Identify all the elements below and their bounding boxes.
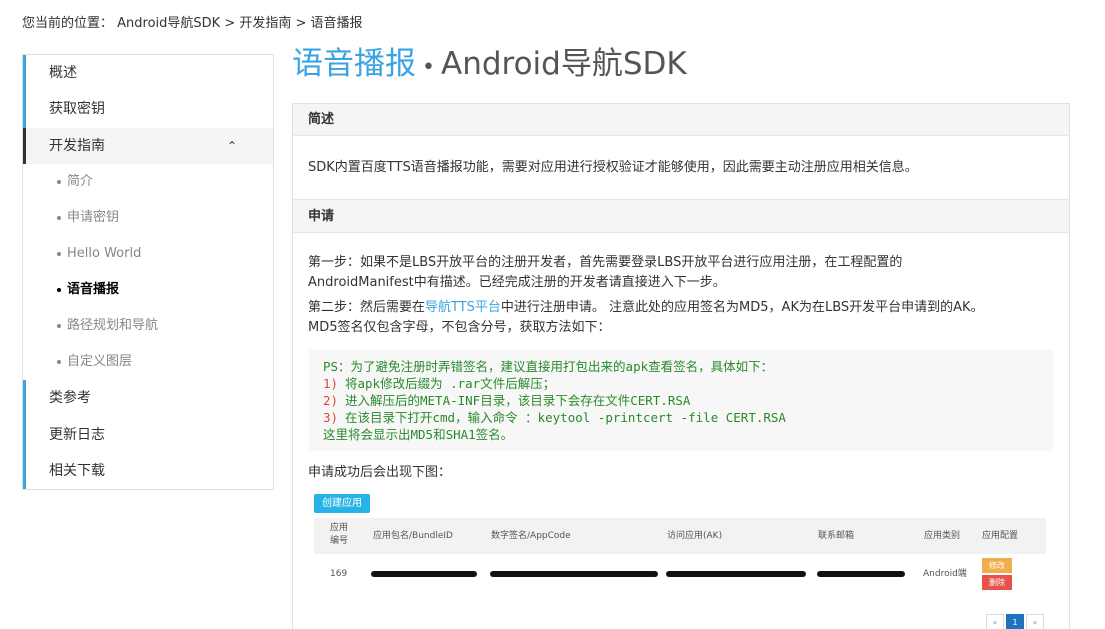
code-line-number: 3)	[323, 410, 339, 425]
create-app-button: 创建应用	[314, 494, 370, 513]
code-line: PS：为了避免注册时弄错签名，建议直接用打包出来的apk查看签名，具体如下：	[323, 359, 774, 374]
table-header-cell: 应用配置	[982, 531, 1019, 541]
sidebar-sub-label: Hello World	[67, 246, 142, 262]
code-line-text: 将apk修改后缀为 .rar文件后解压；	[345, 376, 556, 391]
table-row: 169 Android端 修改 删除	[314, 554, 1046, 594]
table-header-cell: 联系邮箱	[818, 531, 855, 541]
step1-line: 第一步：如果不是LBS开放平台的注册开发者，首先需要登录LBS开放平台进行应用注…	[308, 255, 903, 270]
pager-next: »	[1026, 614, 1044, 629]
step1-text: 第一步：如果不是LBS开放平台的注册开发者，首先需要登录LBS开放平台进行应用注…	[293, 233, 1069, 293]
bullet-icon	[57, 215, 61, 220]
app-table-screenshot: 应用编号 应用包名/BundleID 数字签名/AppCode 访问应用(AK)…	[314, 518, 1046, 594]
page-title-main: 语音播报	[292, 46, 416, 82]
section-heading-apply: 申请	[293, 199, 1069, 233]
sidebar-sub-label: 语音播报	[67, 282, 120, 298]
bullet-icon	[57, 323, 61, 328]
table-cell-id: 169	[330, 569, 348, 579]
sidebar-item-class-ref[interactable]: 类参考	[23, 380, 273, 417]
sidebar-sub-voice[interactable]: 语音播报	[23, 272, 273, 309]
code-line-text: 进入解压后的META-INF目录，该目录下会存在文件CERT.RSA	[345, 393, 691, 408]
sidebar-item-label: 开发指南	[49, 137, 105, 154]
sidebar-sub-route[interactable]: 路径规划和导航	[23, 308, 273, 345]
sidebar-sub-label: 简介	[67, 174, 94, 190]
breadcrumb: 您当前的位置： Android导航SDK > 开发指南 > 语音播报	[22, 16, 363, 31]
code-block: PS：为了避免注册时弄错签名，建议直接用打包出来的apk查看签名，具体如下： 1…	[309, 350, 1053, 451]
table-header-cell: 应用包名/BundleID	[373, 531, 453, 541]
bullet-icon	[57, 359, 61, 364]
step2-text: 第二步：然后需要在导航TTS平台中进行注册申请。 注意此处的应用签名为MD5，A…	[293, 293, 1069, 338]
pager-prev: «	[986, 614, 1004, 629]
table-header-cell: 应用编号	[330, 523, 349, 546]
overview-text: SDK内置百度TTS语音播报功能，需要对应用进行授权验证才能够使用，因此需要主动…	[308, 160, 918, 175]
sidebar-item-get-key[interactable]: 获取密钥	[23, 91, 273, 128]
sidebar-sub-intro[interactable]: 简介	[23, 164, 273, 201]
code-line: 3) 在该目录下打开cmd，输入命令 ：keytool -printcert -f…	[323, 409, 1039, 426]
page-subtitle: Android导航SDK	[440, 46, 687, 82]
code-line-number: 1)	[323, 376, 339, 391]
step2-text-pre: 第二步：然后需要在	[308, 300, 426, 315]
sidebar-sub-hello-world[interactable]: Hello World	[23, 236, 273, 273]
sidebar-nav: 概述 获取密钥 开发指南 ⌃ 简介 申请密钥 Hello World 语音播报 …	[22, 54, 274, 491]
redacted-bundle-id	[371, 571, 477, 577]
code-line: 这里将会显示出MD5和SHA1签名。	[323, 427, 514, 442]
code-line-text: 在该目录下打开cmd，输入命令 ：keytool -printcert -fil…	[345, 410, 786, 425]
section-heading-overview: 简述	[293, 104, 1069, 136]
bullet-icon	[57, 287, 61, 292]
redacted-email	[817, 571, 905, 577]
content-panel: 简述 SDK内置百度TTS语音播报功能，需要对应用进行授权验证才能够使用，因此需…	[292, 103, 1070, 629]
step2-line: MD5签名仅包含字母，不包含分号，获取方法如下：	[308, 320, 611, 335]
sidebar-item-overview[interactable]: 概述	[23, 55, 273, 92]
after-text: 申请成功后会出现下图：	[308, 465, 452, 480]
tts-platform-link[interactable]: 导航TTS平台	[425, 300, 501, 315]
code-line-number: 2)	[323, 393, 339, 408]
sidebar-sub-apply-key[interactable]: 申请密钥	[23, 200, 273, 237]
page-title: 语音播报 • Android导航SDK	[292, 44, 687, 88]
code-line: 2) 进入解压后的META-INF目录，该目录下会存在文件CERT.RSA	[323, 392, 1039, 409]
sidebar-sub-label: 申请密钥	[67, 210, 120, 226]
edit-button: 修改	[982, 558, 1012, 573]
sidebar-sub-label: 自定义图层	[67, 354, 133, 370]
sidebar-sub-custom-layer[interactable]: 自定义图层	[23, 344, 273, 381]
bullet-icon	[57, 179, 61, 184]
table-header: 应用编号 应用包名/BundleID 数字签名/AppCode 访问应用(AK)…	[314, 518, 1046, 554]
sidebar-sub-label: 路径规划和导航	[67, 318, 159, 334]
redacted-app-code	[490, 571, 658, 577]
sidebar-item-downloads[interactable]: 相关下载	[23, 452, 273, 490]
delete-button: 删除	[982, 575, 1012, 590]
bullet-icon	[57, 251, 61, 256]
table-cell-category: Android端	[923, 569, 967, 579]
table-header-cell: 访问应用(AK)	[667, 531, 723, 541]
step2-text-post: 中进行注册申请。 注意此处的应用签名为MD5，AK为在LBS开发平台申请到的AK…	[500, 300, 984, 315]
step1-line: AndroidManifest中有描述。已经完成注册的开发者请直接进入下一步。	[308, 275, 726, 290]
redacted-ak	[666, 571, 806, 577]
table-header-cell: 应用类别	[924, 531, 961, 541]
code-line: 1) 将apk修改后缀为 .rar文件后解压；	[323, 375, 1039, 392]
pager-page: 1	[1006, 614, 1024, 629]
table-header-cell: 数字签名/AppCode	[491, 531, 571, 541]
sidebar-item-changelog[interactable]: 更新日志	[23, 416, 273, 453]
title-separator: •	[422, 55, 435, 80]
sidebar-item-dev-guide[interactable]: 开发指南 ⌃	[23, 127, 273, 165]
chevron-up-icon[interactable]: ⌃	[227, 128, 237, 164]
